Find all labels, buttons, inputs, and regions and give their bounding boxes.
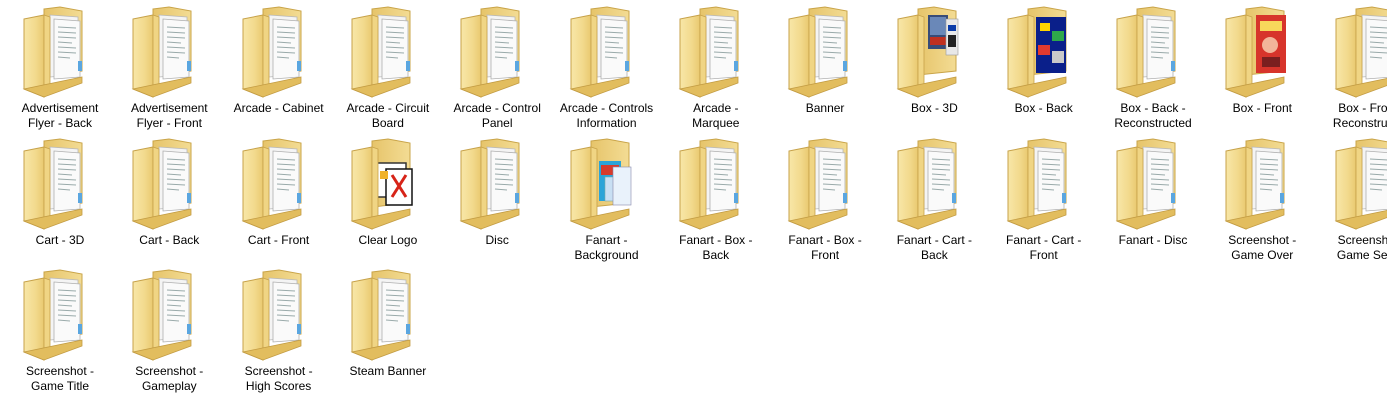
- folder-item-screenshot-game-over[interactable]: Screenshot - Game Over: [1208, 137, 1316, 262]
- folder-icon: [348, 5, 428, 99]
- folder-item-arcade-marquee[interactable]: Arcade - Marquee: [662, 5, 770, 130]
- folder-icon: [676, 137, 756, 231]
- folder-label: Banner: [805, 101, 845, 115]
- folder-label: Screenshot - High Scores: [244, 364, 313, 393]
- folder-item-box-3d[interactable]: Box - 3D: [880, 5, 988, 115]
- folder-label: Box - Back - Reconstructed: [1114, 101, 1192, 130]
- folder-item-box-front-reconstructed[interactable]: Box - Front - Reconstructed: [1318, 5, 1387, 130]
- folder-label: Box - Back: [1014, 101, 1073, 115]
- folder-with-image-icon: [348, 137, 428, 231]
- folder-label: Fanart - Box - Front: [788, 232, 862, 262]
- folder-with-image-icon: [1004, 5, 1084, 99]
- folder-item-banner[interactable]: Banner: [771, 5, 879, 115]
- folder-icon: [457, 5, 537, 99]
- box-front-preview: [1256, 15, 1287, 73]
- folder-label: Screenshot - Game Title: [25, 364, 95, 393]
- folder-grid: Advertisement Flyer - Back Advertisement…: [0, 0, 1387, 417]
- folder-icon: [894, 137, 974, 231]
- folder-item-advertisement-flyer-back[interactable]: Advertisement Flyer - Back: [6, 5, 114, 130]
- folder-label: Arcade - Circuit Board: [346, 101, 430, 130]
- folder-item-screenshot-game-title[interactable]: Screenshot - Game Title: [6, 268, 114, 393]
- folder-icon: [785, 137, 865, 231]
- folder-item-fanart-cart-back[interactable]: Fanart - Cart - Back: [880, 137, 988, 262]
- folder-label: Fanart - Disc: [1118, 232, 1188, 247]
- folder-item-arcade-circuit-board[interactable]: Arcade - Circuit Board: [334, 5, 442, 130]
- folder-item-arcade-controls-information[interactable]: Arcade - Controls Information: [553, 5, 661, 130]
- folder-label: Fanart - Cart - Front: [1006, 232, 1082, 262]
- folder-label: Screenshot - Game Over: [1228, 232, 1297, 262]
- folder-item-screenshot-high-scores[interactable]: Screenshot - High Scores: [225, 268, 333, 393]
- folder-item-box-back-reconstructed[interactable]: Box - Back - Reconstructed: [1099, 5, 1207, 130]
- folder-label: Fanart - Box - Back: [679, 232, 753, 262]
- folder-label: Fanart - Cart - Back: [896, 232, 973, 262]
- folder-icon: [1332, 137, 1387, 231]
- folder-label: Cart - Front: [247, 232, 310, 247]
- folder-icon: [20, 268, 100, 362]
- folder-icon: [1004, 137, 1084, 231]
- folder-icon: [129, 137, 209, 231]
- folder-icon: [567, 5, 647, 99]
- folder-label: Cart - 3D: [35, 232, 85, 247]
- folder-icon: [20, 137, 100, 231]
- folder-icon: [676, 5, 756, 99]
- folder-icon: [129, 5, 209, 99]
- folder-icon: [20, 5, 100, 99]
- folder-icon: [239, 5, 319, 99]
- folder-icon: [1113, 137, 1193, 231]
- folder-icon: [785, 5, 865, 99]
- box-3d-preview: [928, 15, 959, 56]
- folder-label: Disc: [485, 232, 509, 247]
- folder-item-fanart-disc[interactable]: Fanart - Disc: [1099, 137, 1207, 247]
- folder-item-cart-back[interactable]: Cart - Back: [115, 137, 223, 247]
- folder-item-clear-logo[interactable]: Clear Logo: [334, 137, 442, 247]
- folder-label: Screenshot - Gameplay: [135, 364, 204, 393]
- folder-with-image-icon: [1222, 5, 1302, 99]
- folder-item-arcade-control-panel[interactable]: Arcade - Control Panel: [443, 5, 551, 130]
- folder-label: Arcade - Marquee: [692, 101, 740, 130]
- folder-item-cart-front[interactable]: Cart - Front: [225, 137, 333, 247]
- folder-item-box-back[interactable]: Box - Back: [990, 5, 1098, 115]
- folder-icon: [457, 137, 537, 231]
- folder-icon: [1222, 137, 1302, 231]
- folder-label: Box - 3D: [911, 101, 958, 115]
- folder-label: Clear Logo: [358, 232, 418, 247]
- folder-item-fanart-box-back[interactable]: Fanart - Box - Back: [662, 137, 770, 262]
- folder-item-fanart-box-front[interactable]: Fanart - Box - Front: [771, 137, 879, 262]
- folder-item-cart-3d[interactable]: Cart - 3D: [6, 137, 114, 247]
- folder-label: Screenshot - Game Select: [1336, 232, 1387, 262]
- fanart-preview: [598, 160, 631, 205]
- folder-label: Advertisement Flyer - Back: [21, 101, 99, 130]
- folder-item-fanart-background[interactable]: Fanart - Background: [553, 137, 661, 262]
- folder-label: Arcade - Cabinet: [233, 101, 324, 115]
- folder-label: Cart - Back: [139, 232, 200, 247]
- folder-label: Fanart - Background: [574, 232, 639, 262]
- box-back-preview: [1035, 17, 1066, 73]
- folder-with-image-icon: [567, 137, 647, 231]
- folder-icon: [239, 268, 319, 362]
- folder-icon: [348, 268, 428, 362]
- folder-item-advertisement-flyer-front[interactable]: Advertisement Flyer - Front: [115, 5, 223, 130]
- folder-icon: [1332, 5, 1387, 99]
- folder-item-screenshot-gameplay[interactable]: Screenshot - Gameplay: [115, 268, 223, 393]
- folder-item-steam-banner[interactable]: Steam Banner: [334, 268, 442, 378]
- folder-item-disc[interactable]: Disc: [443, 137, 551, 247]
- folder-item-arcade-cabinet[interactable]: Arcade - Cabinet: [225, 5, 333, 115]
- folder-label: Arcade - Controls Information: [559, 101, 654, 130]
- folder-item-screenshot-game-select[interactable]: Screenshot - Game Select: [1318, 137, 1387, 262]
- folder-icon: [239, 137, 319, 231]
- folder-label: Box - Front: [1232, 101, 1292, 115]
- folder-icon: [129, 268, 209, 362]
- folder-with-image-icon: [894, 5, 974, 99]
- folder-icon: [1113, 5, 1193, 99]
- folder-item-box-front[interactable]: Box - Front: [1208, 5, 1316, 115]
- folder-label: Arcade - Control Panel: [453, 101, 541, 130]
- folder-label: Box - Front - Reconstructed: [1332, 101, 1387, 130]
- folder-item-fanart-cart-front[interactable]: Fanart - Cart - Front: [990, 137, 1098, 262]
- folder-label: Advertisement Flyer - Front: [130, 101, 208, 130]
- folder-label: Steam Banner: [349, 364, 427, 378]
